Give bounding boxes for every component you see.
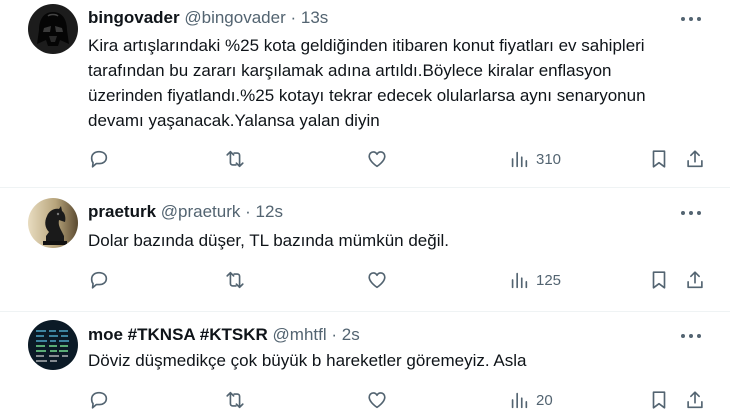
like-button[interactable] <box>366 386 388 414</box>
separator: · <box>331 325 338 344</box>
avatar[interactable] <box>28 198 78 248</box>
share-button[interactable] <box>684 266 706 294</box>
bookmark-button[interactable] <box>648 386 670 414</box>
views-button[interactable]: 20 <box>508 386 553 414</box>
share-icon <box>687 150 703 168</box>
retweet-button[interactable] <box>224 145 246 173</box>
analytics-icon <box>511 272 528 289</box>
tweet[interactable]: praeturk @praeturk · 12s Dolar bazında d… <box>0 188 730 312</box>
avatar[interactable] <box>28 320 78 370</box>
reply-button[interactable] <box>88 145 110 173</box>
avatar[interactable] <box>28 4 78 54</box>
share-button[interactable] <box>684 386 706 414</box>
heart-icon <box>368 151 386 168</box>
analytics-icon <box>511 392 528 409</box>
bookmark-icon <box>652 391 666 409</box>
tweet-text: Dolar bazında düşer, TL bazında mümkün d… <box>88 231 449 250</box>
display-name[interactable]: praeturk <box>88 202 156 221</box>
darth-vader-avatar-icon <box>28 4 78 54</box>
display-name[interactable]: moe #TKNSA #KTSKR <box>88 325 268 344</box>
chess-knight-avatar-icon <box>28 198 78 248</box>
user-handle[interactable]: @praeturk <box>161 202 241 221</box>
user-handle[interactable]: @bingovader <box>184 8 285 27</box>
timestamp[interactable]: 12s <box>256 202 283 221</box>
reply-icon <box>90 391 108 409</box>
timestamp[interactable]: 13s <box>301 8 328 27</box>
tweet-actions: 310 <box>86 145 710 173</box>
like-button[interactable] <box>366 145 388 173</box>
display-name[interactable]: bingovader <box>88 8 180 27</box>
reply-button[interactable] <box>88 266 110 294</box>
tweet-header: moe #TKNSA #KTSKR @mhtfl · 2s <box>88 324 670 346</box>
tweet-header: praeturk @praeturk · 12s <box>88 201 670 223</box>
tweet-actions: 20 <box>86 386 710 414</box>
timestamp[interactable]: 2s <box>342 325 360 344</box>
views-count: 20 <box>536 391 553 409</box>
share-icon <box>687 271 703 289</box>
more-options-icon[interactable] <box>678 326 704 346</box>
views-button[interactable]: 310 <box>508 145 561 173</box>
retweet-icon <box>226 391 244 409</box>
bookmark-icon <box>652 150 666 168</box>
views-count: 125 <box>536 271 562 289</box>
tweet[interactable]: moe #TKNSA #KTSKR @mhtfl · 2s Döviz düşm… <box>0 312 730 420</box>
views-button[interactable]: 125 <box>508 266 561 294</box>
reply-icon <box>90 150 108 168</box>
tweet-header: bingovader @bingovader · 13s <box>88 7 670 29</box>
views-count: 310 <box>536 150 562 168</box>
stock-ticker-avatar-icon <box>28 320 78 370</box>
share-button[interactable] <box>684 145 706 173</box>
analytics-icon <box>511 151 528 168</box>
separator: · <box>245 202 251 221</box>
share-icon <box>687 391 703 409</box>
tweet[interactable]: bingovader @bingovader · 13s Kira artışl… <box>0 0 730 188</box>
more-options-icon[interactable] <box>678 203 704 223</box>
reply-icon <box>90 271 108 289</box>
retweet-button[interactable] <box>224 386 246 414</box>
user-handle[interactable]: @mhtfl <box>273 325 327 344</box>
retweet-button[interactable] <box>224 266 246 294</box>
tweet-actions: 125 <box>86 266 710 294</box>
retweet-icon <box>226 150 244 168</box>
heart-icon <box>368 272 386 289</box>
separator: · <box>290 8 297 27</box>
bookmark-icon <box>652 271 666 289</box>
bookmark-button[interactable] <box>648 145 670 173</box>
bookmark-button[interactable] <box>648 266 670 294</box>
retweet-icon <box>226 271 244 289</box>
tweet-text: Kira artışlarındaki %25 kota geldiğinden… <box>88 36 646 130</box>
like-button[interactable] <box>366 266 388 294</box>
tweet-text: Döviz düşmedikçe çok büyük b hareketler … <box>88 351 527 370</box>
heart-icon <box>368 392 386 409</box>
more-options-icon[interactable] <box>678 9 704 29</box>
reply-button[interactable] <box>88 386 110 414</box>
